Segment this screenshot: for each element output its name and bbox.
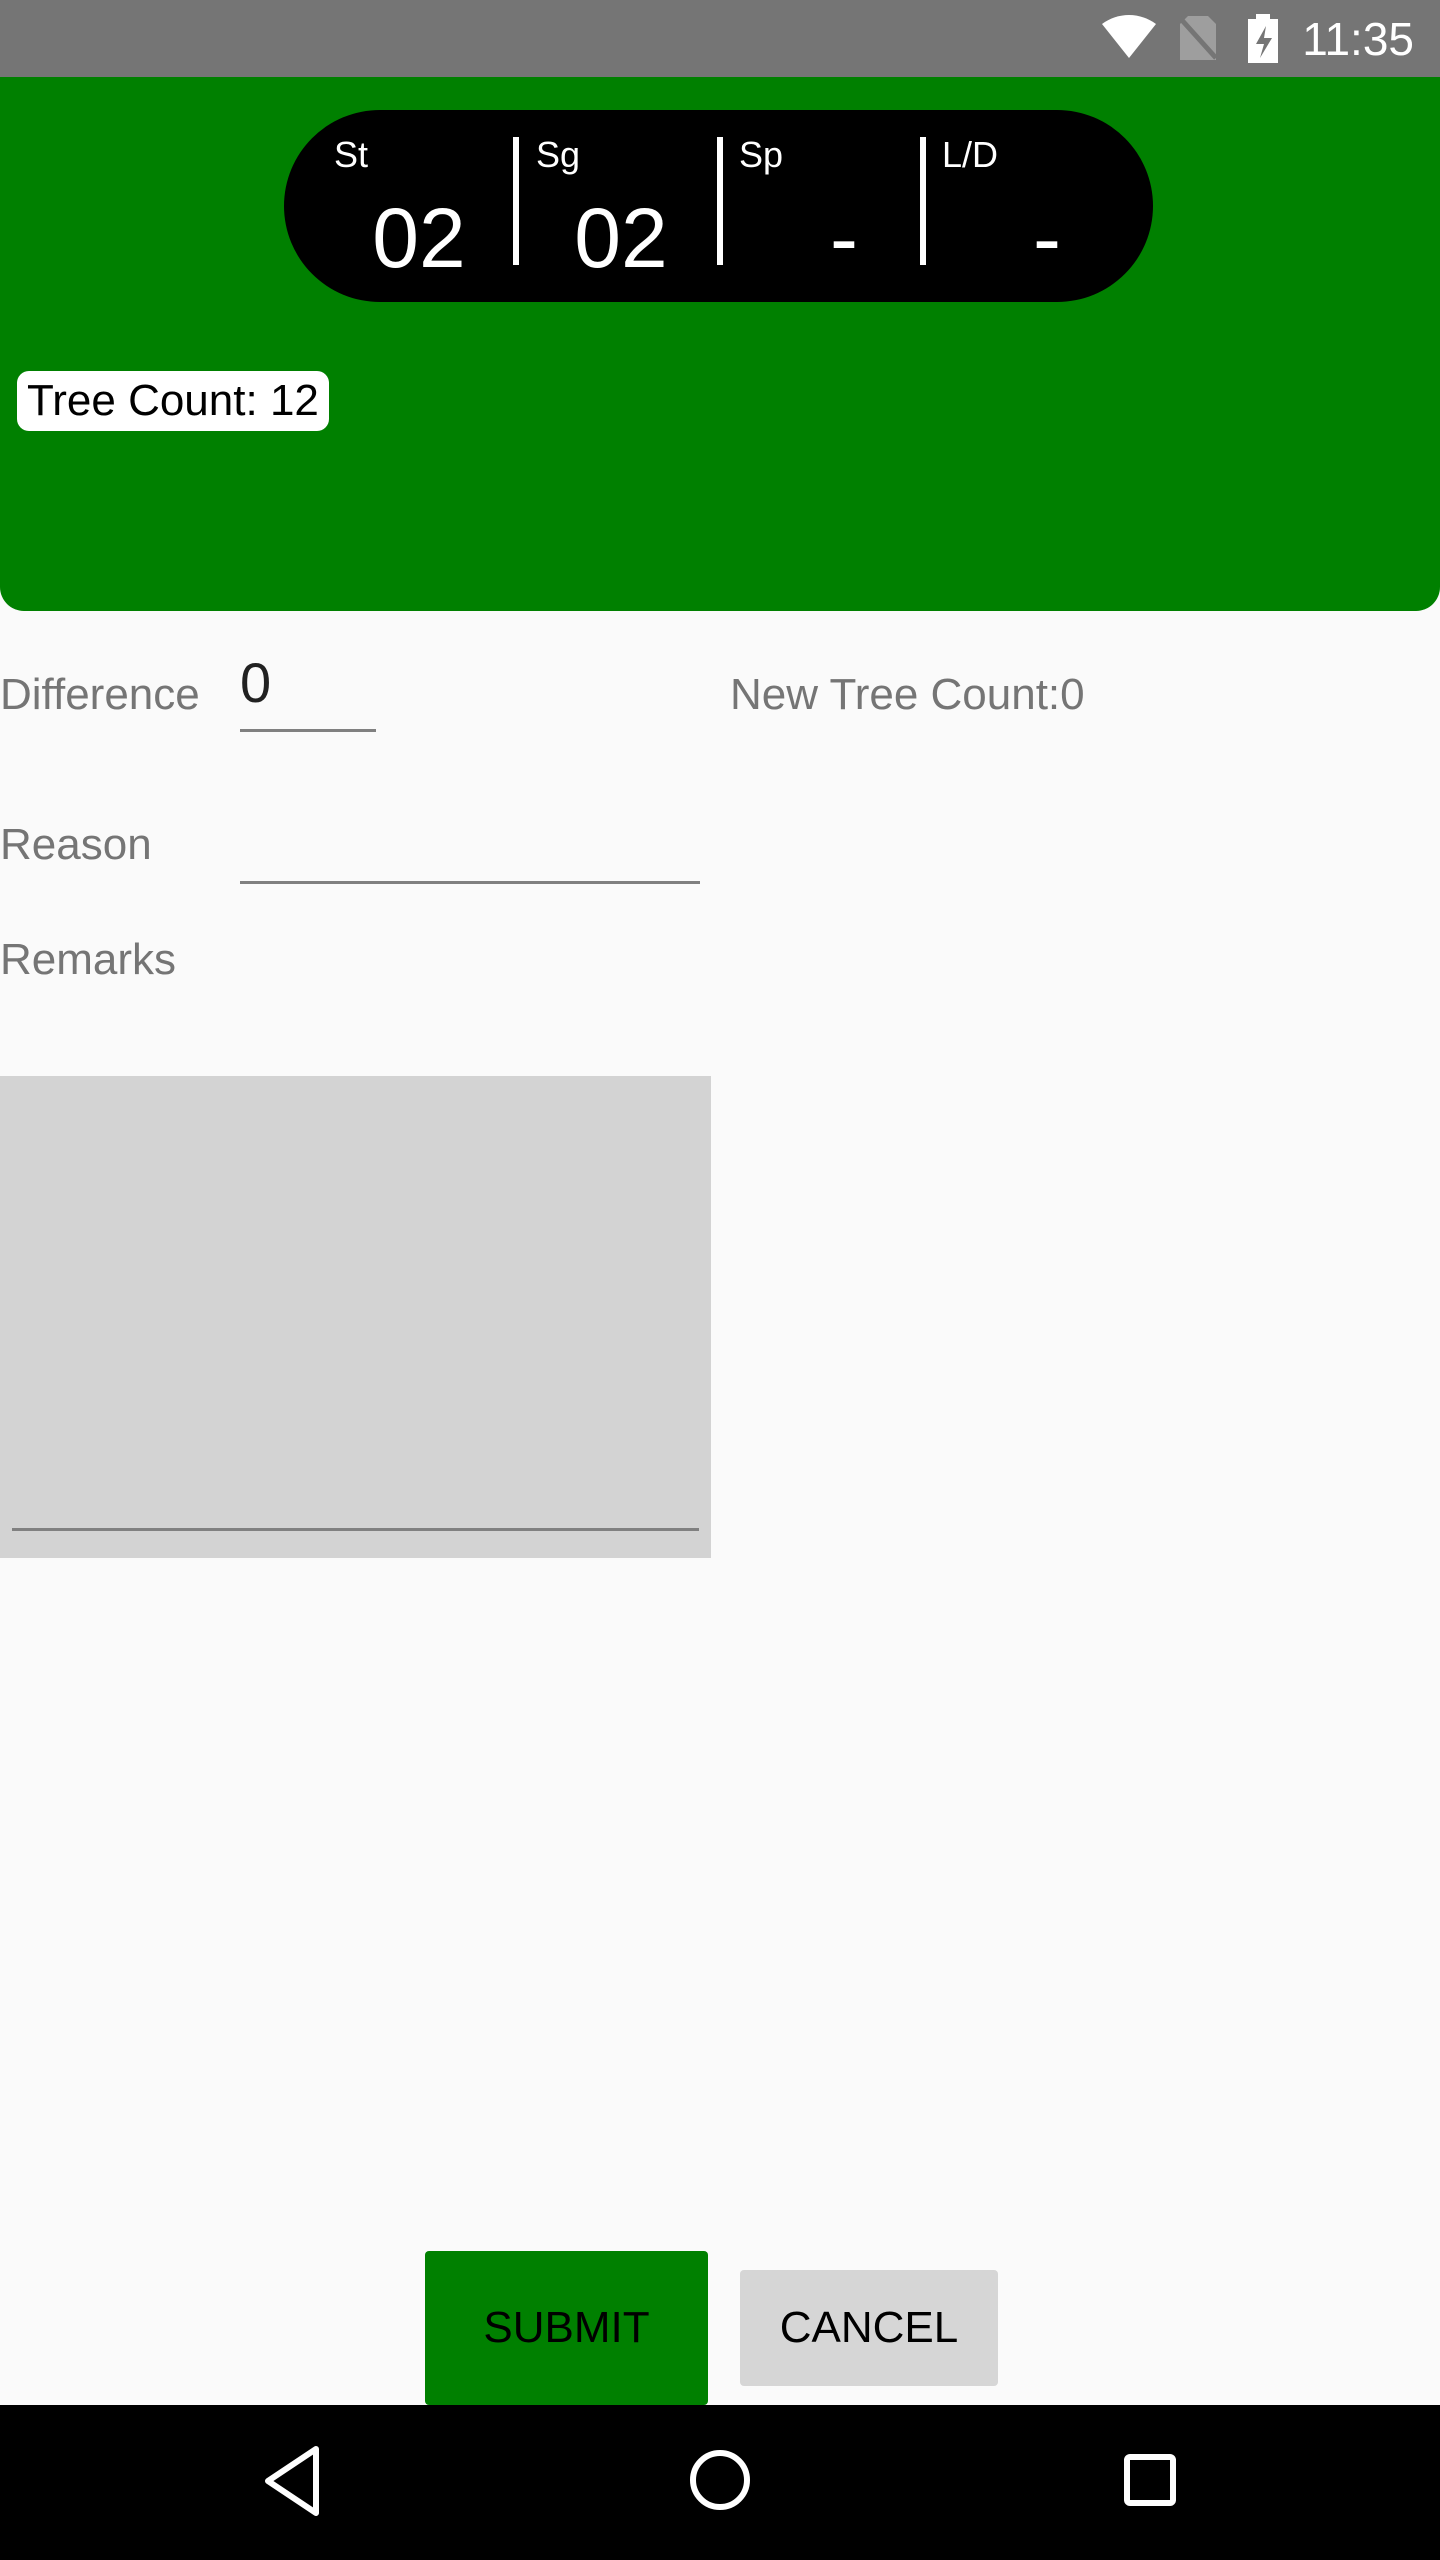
- home-icon[interactable]: [689, 2449, 751, 2511]
- tree-count-label: Tree Count:: [27, 376, 258, 425]
- segment-sp-value: -: [830, 191, 858, 285]
- segment-ld: L/D -: [942, 110, 1142, 302]
- battery-icon: [1248, 14, 1278, 63]
- segment-st-label: St: [334, 134, 369, 175]
- recents-icon[interactable]: [1124, 2454, 1176, 2506]
- segment-ld-label: L/D: [942, 134, 999, 175]
- location-code-pill: St 02 Sg 02 Sp - L/D -: [284, 110, 1153, 302]
- segment-divider: [920, 137, 926, 265]
- segment-divider: [717, 137, 723, 265]
- segment-sg-label: Sg: [536, 134, 581, 175]
- reason-label: Reason: [0, 820, 152, 869]
- difference-input[interactable]: 0: [240, 650, 376, 732]
- difference-label: Difference: [0, 670, 200, 719]
- tree-count-badge: Tree Count: 12: [17, 371, 329, 431]
- difference-input-value: 0: [240, 651, 272, 714]
- back-icon[interactable]: [262, 2445, 322, 2517]
- remarks-textarea[interactable]: [0, 1076, 711, 1558]
- submit-button[interactable]: SUBMIT: [425, 2251, 708, 2405]
- wifi-icon: [1102, 15, 1156, 58]
- segment-ld-value: -: [1033, 191, 1061, 285]
- remarks-label: Remarks: [0, 935, 177, 984]
- segment-st-value: 02: [372, 191, 466, 285]
- segment-sg-value: 02: [574, 191, 668, 285]
- segment-sp: Sp -: [739, 110, 939, 302]
- status-time: 11:35: [1302, 13, 1414, 65]
- no-sim-icon: [1178, 16, 1218, 60]
- segment-sg: Sg 02: [536, 110, 736, 302]
- reason-input[interactable]: [240, 800, 700, 884]
- new-tree-count-text: New Tree Count:0: [730, 670, 1085, 719]
- segment-divider: [513, 137, 519, 265]
- status-bar: 11:35: [0, 0, 1440, 77]
- tree-count-value: 12: [269, 376, 319, 425]
- remarks-underline: [12, 1528, 699, 1531]
- cancel-button[interactable]: CANCEL: [740, 2270, 998, 2386]
- segment-st: St 02: [334, 110, 534, 302]
- segment-sp-label: Sp: [739, 134, 784, 175]
- navigation-bar: [0, 2405, 1440, 2560]
